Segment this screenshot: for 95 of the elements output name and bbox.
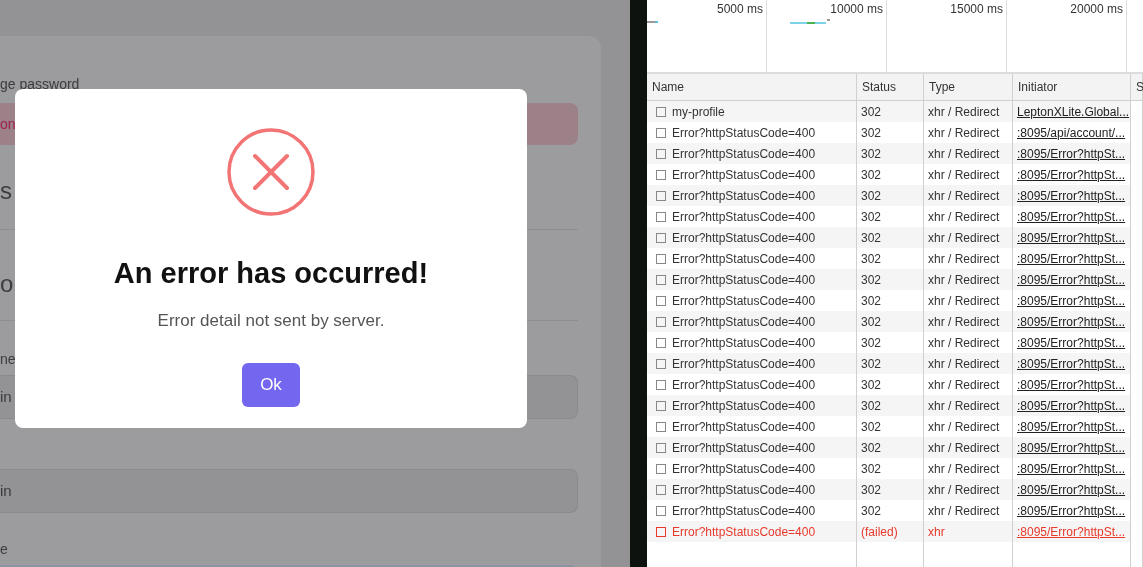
tick-label: 20000 ms bbox=[1070, 2, 1123, 16]
request-name: Error?httpStatusCode=400 bbox=[672, 229, 816, 247]
request-name: Error?httpStatusCode=400 bbox=[672, 376, 816, 394]
request-name: Error?httpStatusCode=400 bbox=[672, 523, 816, 541]
request-name: Error?httpStatusCode=400 bbox=[672, 313, 816, 331]
request-name: Error?httpStatusCode=400 bbox=[672, 460, 816, 478]
initiator-link[interactable]: :8095/Error?httpSt... bbox=[1017, 291, 1126, 310]
table-cell: 302 bbox=[857, 479, 924, 500]
request-name: Error?httpStatusCode=400 bbox=[672, 292, 816, 310]
field-label: e bbox=[0, 540, 8, 559]
error-icon bbox=[227, 128, 315, 216]
tick-label: 5000 ms bbox=[716, 2, 763, 16]
row-checkbox[interactable] bbox=[656, 232, 666, 243]
request-name: Error?httpStatusCode=400 bbox=[672, 439, 816, 457]
request-name: Error?httpStatusCode=400 bbox=[672, 166, 816, 184]
table-cell: xhr / Redirect bbox=[924, 437, 1013, 458]
initiator-link[interactable]: :8095/Error?httpSt... bbox=[1017, 333, 1126, 352]
request-name: Error?httpStatusCode=400 bbox=[672, 397, 816, 415]
column-header[interactable]: Name bbox=[647, 74, 857, 101]
row-checkbox[interactable] bbox=[656, 400, 666, 411]
field-label: ge password bbox=[0, 75, 80, 94]
row-checkbox[interactable] bbox=[656, 379, 666, 390]
row-checkbox[interactable] bbox=[656, 274, 666, 285]
row-checkbox[interactable] bbox=[656, 148, 666, 159]
table-cell: xhr / Redirect bbox=[924, 479, 1013, 500]
row-checkbox[interactable] bbox=[656, 358, 666, 369]
row-checkbox[interactable] bbox=[656, 211, 666, 222]
row-checkbox[interactable] bbox=[656, 337, 666, 348]
tick-label: 15000 ms bbox=[950, 2, 1003, 16]
section-heading: o bbox=[0, 269, 14, 299]
row-checkbox[interactable] bbox=[656, 295, 666, 306]
row-checkbox[interactable] bbox=[656, 169, 666, 180]
initiator-link[interactable]: :8095/Error?httpSt... bbox=[1017, 417, 1126, 436]
row-checkbox[interactable] bbox=[656, 316, 666, 327]
initiator-link[interactable]: :8095/Error?httpSt... bbox=[1017, 207, 1126, 226]
row-checkbox[interactable] bbox=[656, 526, 666, 537]
request-name: Error?httpStatusCode=400 bbox=[672, 208, 816, 226]
table-cell: xhr bbox=[924, 521, 1013, 542]
request-name: Error?httpStatusCode=400 bbox=[672, 355, 816, 373]
row-checkbox[interactable] bbox=[656, 442, 666, 453]
request-name: Error?httpStatusCode=400 bbox=[672, 502, 816, 520]
table-cell: xhr / Redirect bbox=[924, 395, 1013, 416]
dialog-message: Error detail not sent by server. bbox=[157, 309, 385, 332]
waterfall-bar bbox=[790, 19, 830, 24]
table-cell: xhr / Redirect bbox=[924, 269, 1013, 290]
row-checkbox[interactable] bbox=[656, 253, 666, 264]
initiator-link[interactable]: :8095/Error?httpSt... bbox=[1017, 375, 1126, 394]
alert-text: on bbox=[0, 114, 16, 134]
initiator-link[interactable]: :8095/Error?httpSt... bbox=[1017, 459, 1126, 478]
request-name: Error?httpStatusCode=400 bbox=[672, 481, 816, 499]
request-name: Error?httpStatusCode=400 bbox=[672, 418, 816, 436]
request-name: my-profile bbox=[672, 103, 725, 121]
field-label: ne bbox=[0, 350, 16, 369]
table-cell: 302 bbox=[857, 353, 924, 374]
table-cell: 302 bbox=[857, 437, 924, 458]
column-header[interactable]: Type bbox=[924, 74, 1013, 101]
table-cell: xhr / Redirect bbox=[924, 185, 1013, 206]
table-cell: 302 bbox=[857, 185, 924, 206]
section-heading: s bbox=[0, 176, 12, 206]
request-name: Error?httpStatusCode=400 bbox=[672, 145, 816, 163]
column-header[interactable]: Initiator bbox=[1013, 74, 1131, 101]
column-header[interactable]: Status bbox=[857, 74, 924, 101]
table-cell: 302 bbox=[857, 311, 924, 332]
request-name: Error?httpStatusCode=400 bbox=[672, 124, 816, 142]
table-cell: xhr / Redirect bbox=[924, 143, 1013, 164]
request-name: Error?httpStatusCode=400 bbox=[672, 271, 816, 289]
table-cell: xhr / Redirect bbox=[924, 101, 1013, 122]
dialog-title: An error has occurred! bbox=[113, 256, 429, 291]
table-cell: xhr / Redirect bbox=[924, 353, 1013, 374]
row-checkbox[interactable] bbox=[656, 106, 666, 117]
initiator-link[interactable]: :8095/Error?httpSt... bbox=[1017, 249, 1126, 268]
row-checkbox[interactable] bbox=[656, 505, 666, 516]
request-name: Error?httpStatusCode=400 bbox=[672, 187, 816, 205]
row-checkbox[interactable] bbox=[656, 484, 666, 495]
table-cell: 302 bbox=[857, 143, 924, 164]
row-checkbox[interactable] bbox=[656, 421, 666, 432]
request-name: Error?httpStatusCode=400 bbox=[672, 250, 816, 268]
row-checkbox[interactable] bbox=[656, 127, 666, 138]
table-cell: 302 bbox=[857, 395, 924, 416]
ok-button[interactable]: Ok bbox=[242, 363, 300, 407]
row-checkbox[interactable] bbox=[656, 463, 666, 474]
table-cell: 302 bbox=[857, 269, 924, 290]
initiator-link[interactable]: :8095/api/account/... bbox=[1017, 123, 1126, 142]
input-field[interactable]: in bbox=[0, 469, 578, 513]
row-checkbox[interactable] bbox=[656, 190, 666, 201]
table-cell: xhr / Redirect bbox=[924, 311, 1013, 332]
initiator-link[interactable]: :8095/Error?httpSt... bbox=[1017, 501, 1126, 520]
table-cell: 302 bbox=[857, 101, 924, 122]
table-cell: (failed) bbox=[857, 521, 924, 542]
table-cell: xhr / Redirect bbox=[924, 227, 1013, 248]
column-header[interactable]: S bbox=[1131, 74, 1143, 101]
request-name: Error?httpStatusCode=400 bbox=[672, 334, 816, 352]
tick-label: 10000 ms bbox=[830, 2, 883, 16]
initiator-link[interactable]: :8095/Error?httpSt... bbox=[1017, 165, 1126, 184]
table-cell: 302 bbox=[857, 227, 924, 248]
